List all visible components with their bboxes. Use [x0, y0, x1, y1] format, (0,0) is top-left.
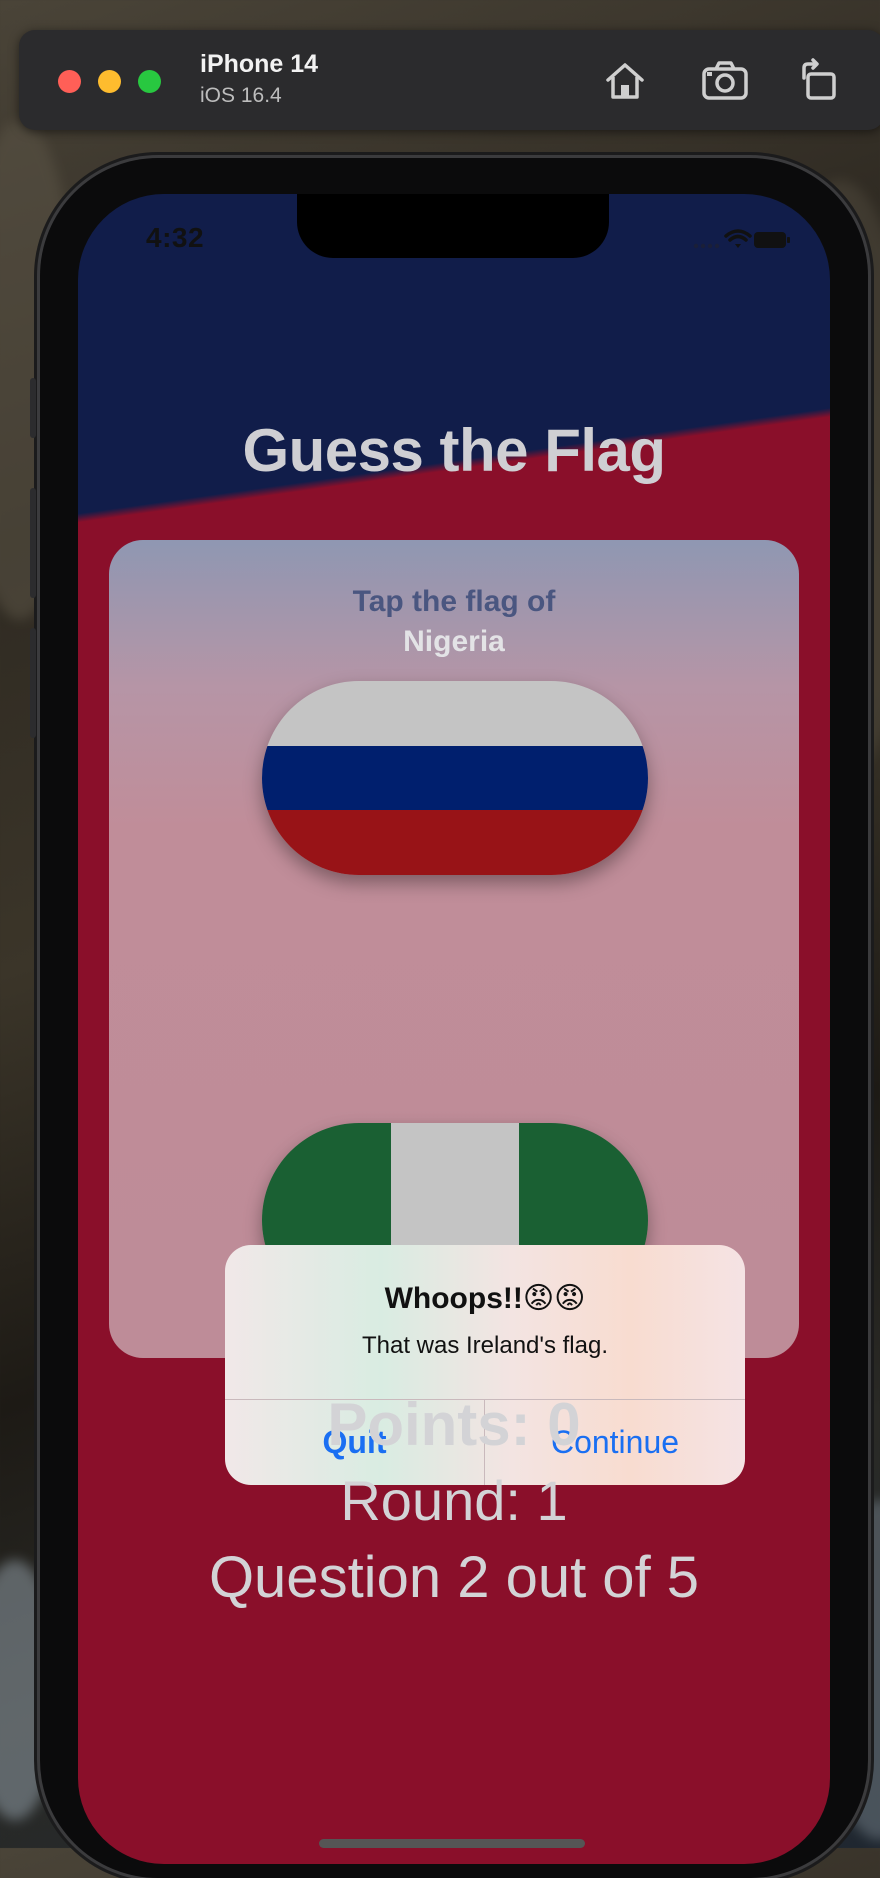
close-window-button[interactable] [58, 70, 81, 93]
app-title: Guess the Flag [242, 417, 666, 484]
phone-screen: 4:32 Guess the Flag Tap the flag of Nige… [78, 194, 830, 1864]
alert-title: Whoops!!😡😡 [384, 1282, 586, 1315]
screenshot-icon[interactable] [700, 58, 750, 104]
zoom-window-button[interactable] [138, 70, 161, 93]
round-label: Round: 1 [340, 1469, 568, 1532]
points-label: Points: 0 [327, 1391, 581, 1458]
prompt-line: Tap the flag of [352, 585, 556, 618]
device-name: iPhone 14 [200, 50, 319, 78]
cellular-icon [693, 243, 720, 249]
question-card: Tap the flag of Nigeria Whoops!!😡😡 That … [109, 540, 799, 1485]
rotate-icon[interactable] [796, 58, 842, 104]
minimize-window-button[interactable] [98, 70, 121, 93]
home-icon[interactable] [602, 58, 648, 104]
question-prompt: Tap the flag of Nigeria [109, 582, 799, 662]
device-os-version: iOS 16.4 [200, 84, 282, 107]
alert-message: That was Ireland's flag. [361, 1332, 609, 1359]
wifi-icon [724, 229, 752, 248]
simulator-toolbar: iPhone 14 iOS 16.4 [19, 30, 880, 130]
question-counter: Question 2 out of 5 [208, 1545, 700, 1610]
flag-button-russia[interactable] [262, 681, 648, 875]
home-indicator[interactable] [319, 1839, 585, 1848]
notch [297, 194, 609, 258]
status-icons [692, 226, 792, 257]
silent-switch [30, 378, 36, 438]
status-time: 4:32 [146, 222, 205, 253]
volume-down-button [30, 628, 36, 738]
volume-up-button [30, 488, 36, 598]
battery-icon [754, 232, 790, 248]
target-country: Nigeria [403, 625, 505, 658]
iphone-frame: 4:32 Guess the Flag Tap the flag of Nige… [30, 158, 868, 1878]
